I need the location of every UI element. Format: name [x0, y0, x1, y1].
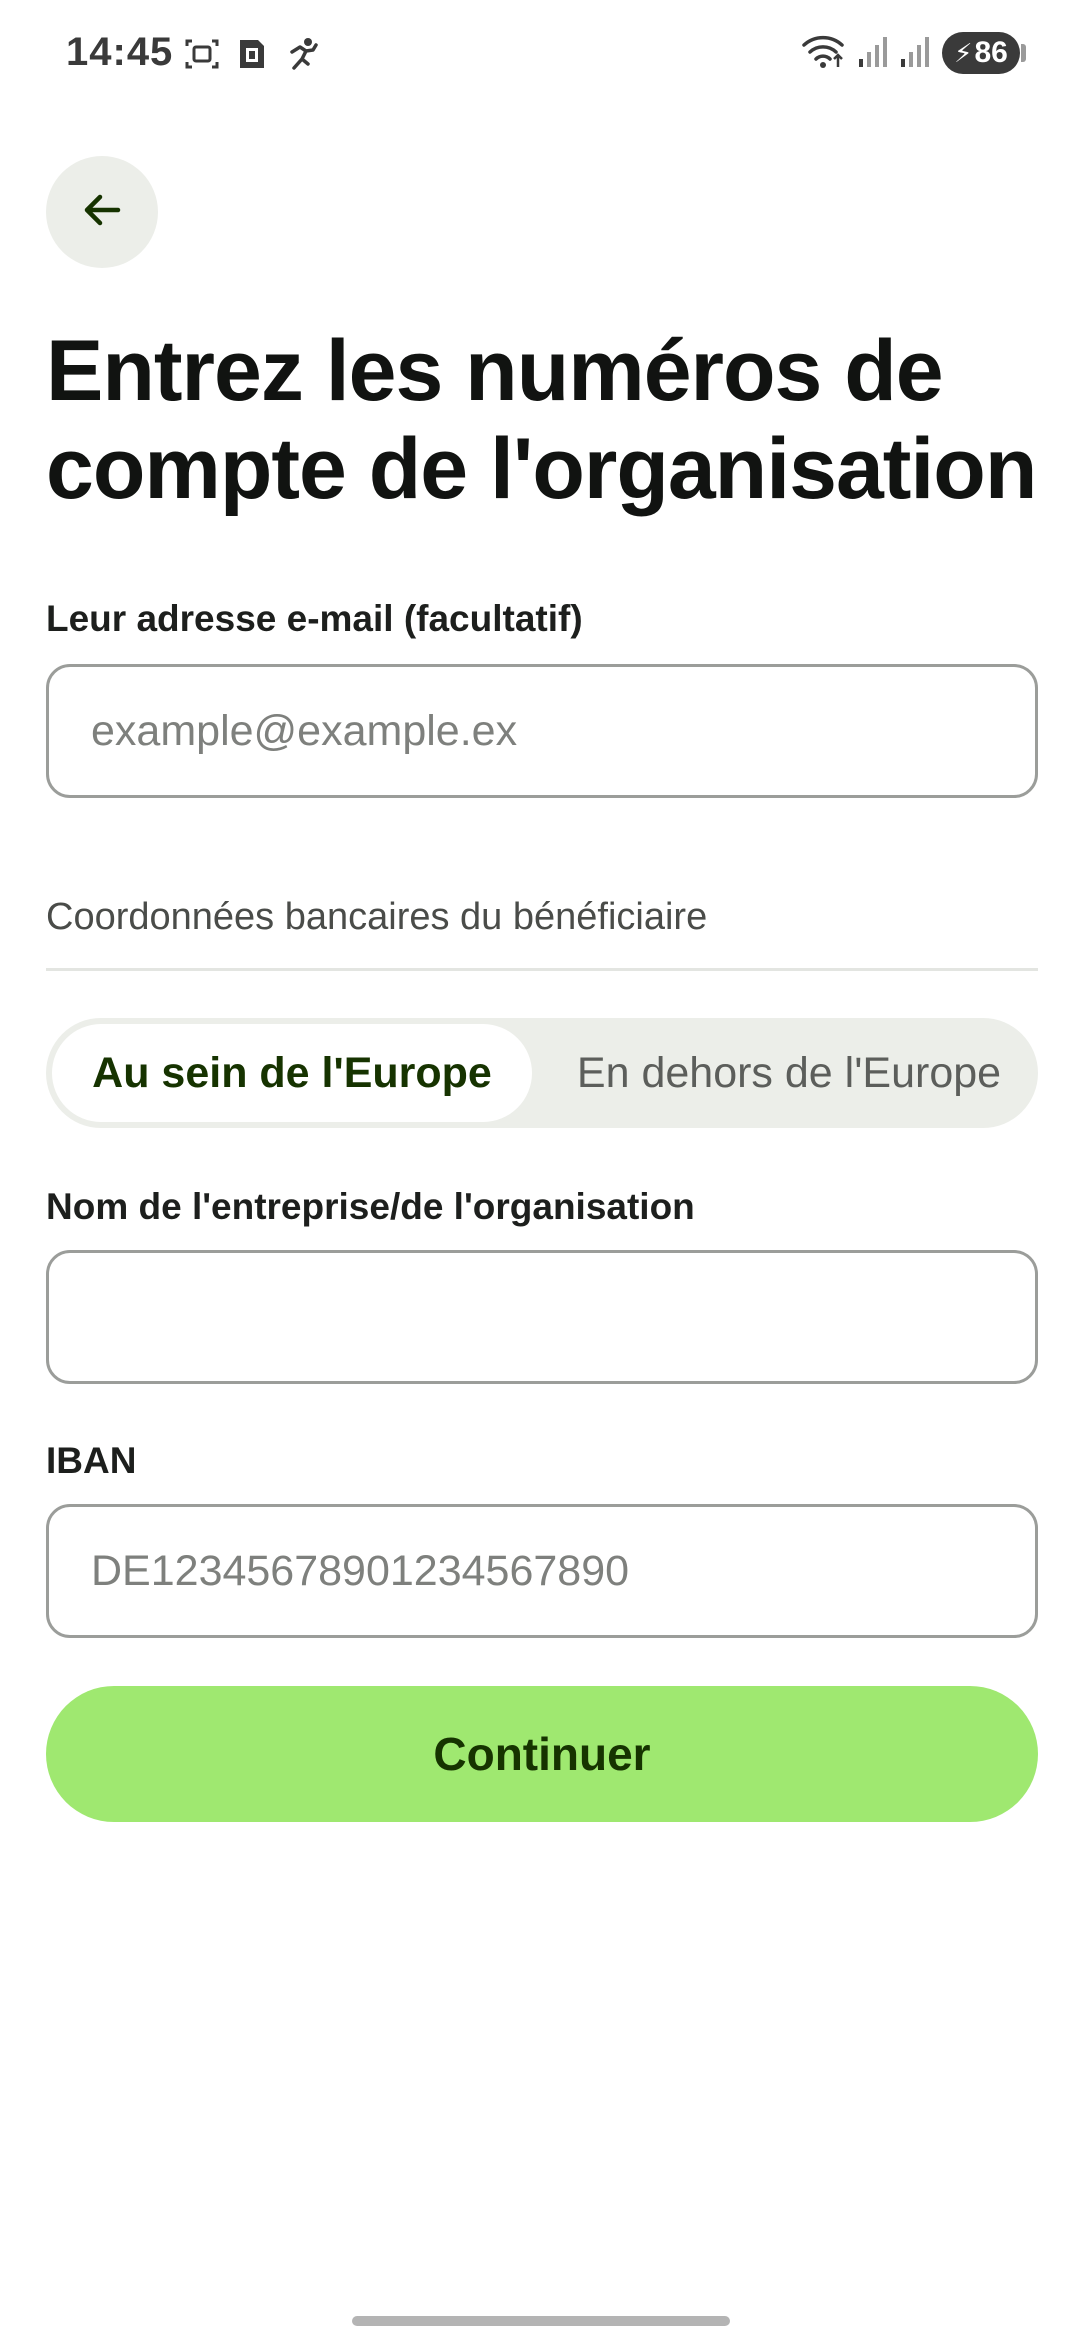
- region-segmented-control: Au sein de l'Europe En dehors de l'Europ…: [46, 1018, 1038, 1128]
- wifi-icon: [800, 33, 846, 74]
- iban-label: IBAN: [46, 1440, 137, 1481]
- charging-bolt-icon: ⚡: [954, 37, 973, 68]
- email-label: Leur adresse e-mail (facultatif): [46, 598, 583, 639]
- company-name-field[interactable]: [46, 1250, 1038, 1384]
- arrow-left-icon: [78, 186, 126, 239]
- page-title: Entrez les numéros de compte de l'organi…: [46, 323, 1037, 517]
- company-name-label: Nom de l'entreprise/de l'organisation: [46, 1186, 695, 1227]
- bank-details-heading: Coordonnées bancaires du bénéficiaire: [46, 896, 708, 938]
- battery-charging-icon: ⚡ 86: [942, 32, 1026, 74]
- status-icons-right: ⚡ 86: [800, 32, 1026, 74]
- iban-field[interactable]: [46, 1504, 1038, 1638]
- sim-card-icon: [234, 36, 270, 72]
- status-time: 14:45: [66, 30, 174, 74]
- battery-tip: [1021, 44, 1026, 62]
- home-indicator[interactable]: [352, 2316, 730, 2326]
- status-bar: 14:45 ⚡ 86: [0, 0, 1080, 110]
- signal-icon: [858, 33, 888, 74]
- segment-within-europe[interactable]: Au sein de l'Europe: [52, 1024, 532, 1122]
- segment-outside-europe[interactable]: En dehors de l'Europe: [546, 1024, 1032, 1122]
- email-field[interactable]: [46, 664, 1038, 798]
- battery-level: 86: [974, 36, 1008, 69]
- continue-button[interactable]: Continuer: [46, 1686, 1038, 1822]
- status-icons-left: [184, 36, 320, 72]
- screenshot-icon: [184, 36, 220, 72]
- divider: [46, 968, 1038, 971]
- back-button[interactable]: [46, 156, 158, 268]
- signal-icon: [900, 33, 930, 74]
- activity-icon: [284, 36, 320, 72]
